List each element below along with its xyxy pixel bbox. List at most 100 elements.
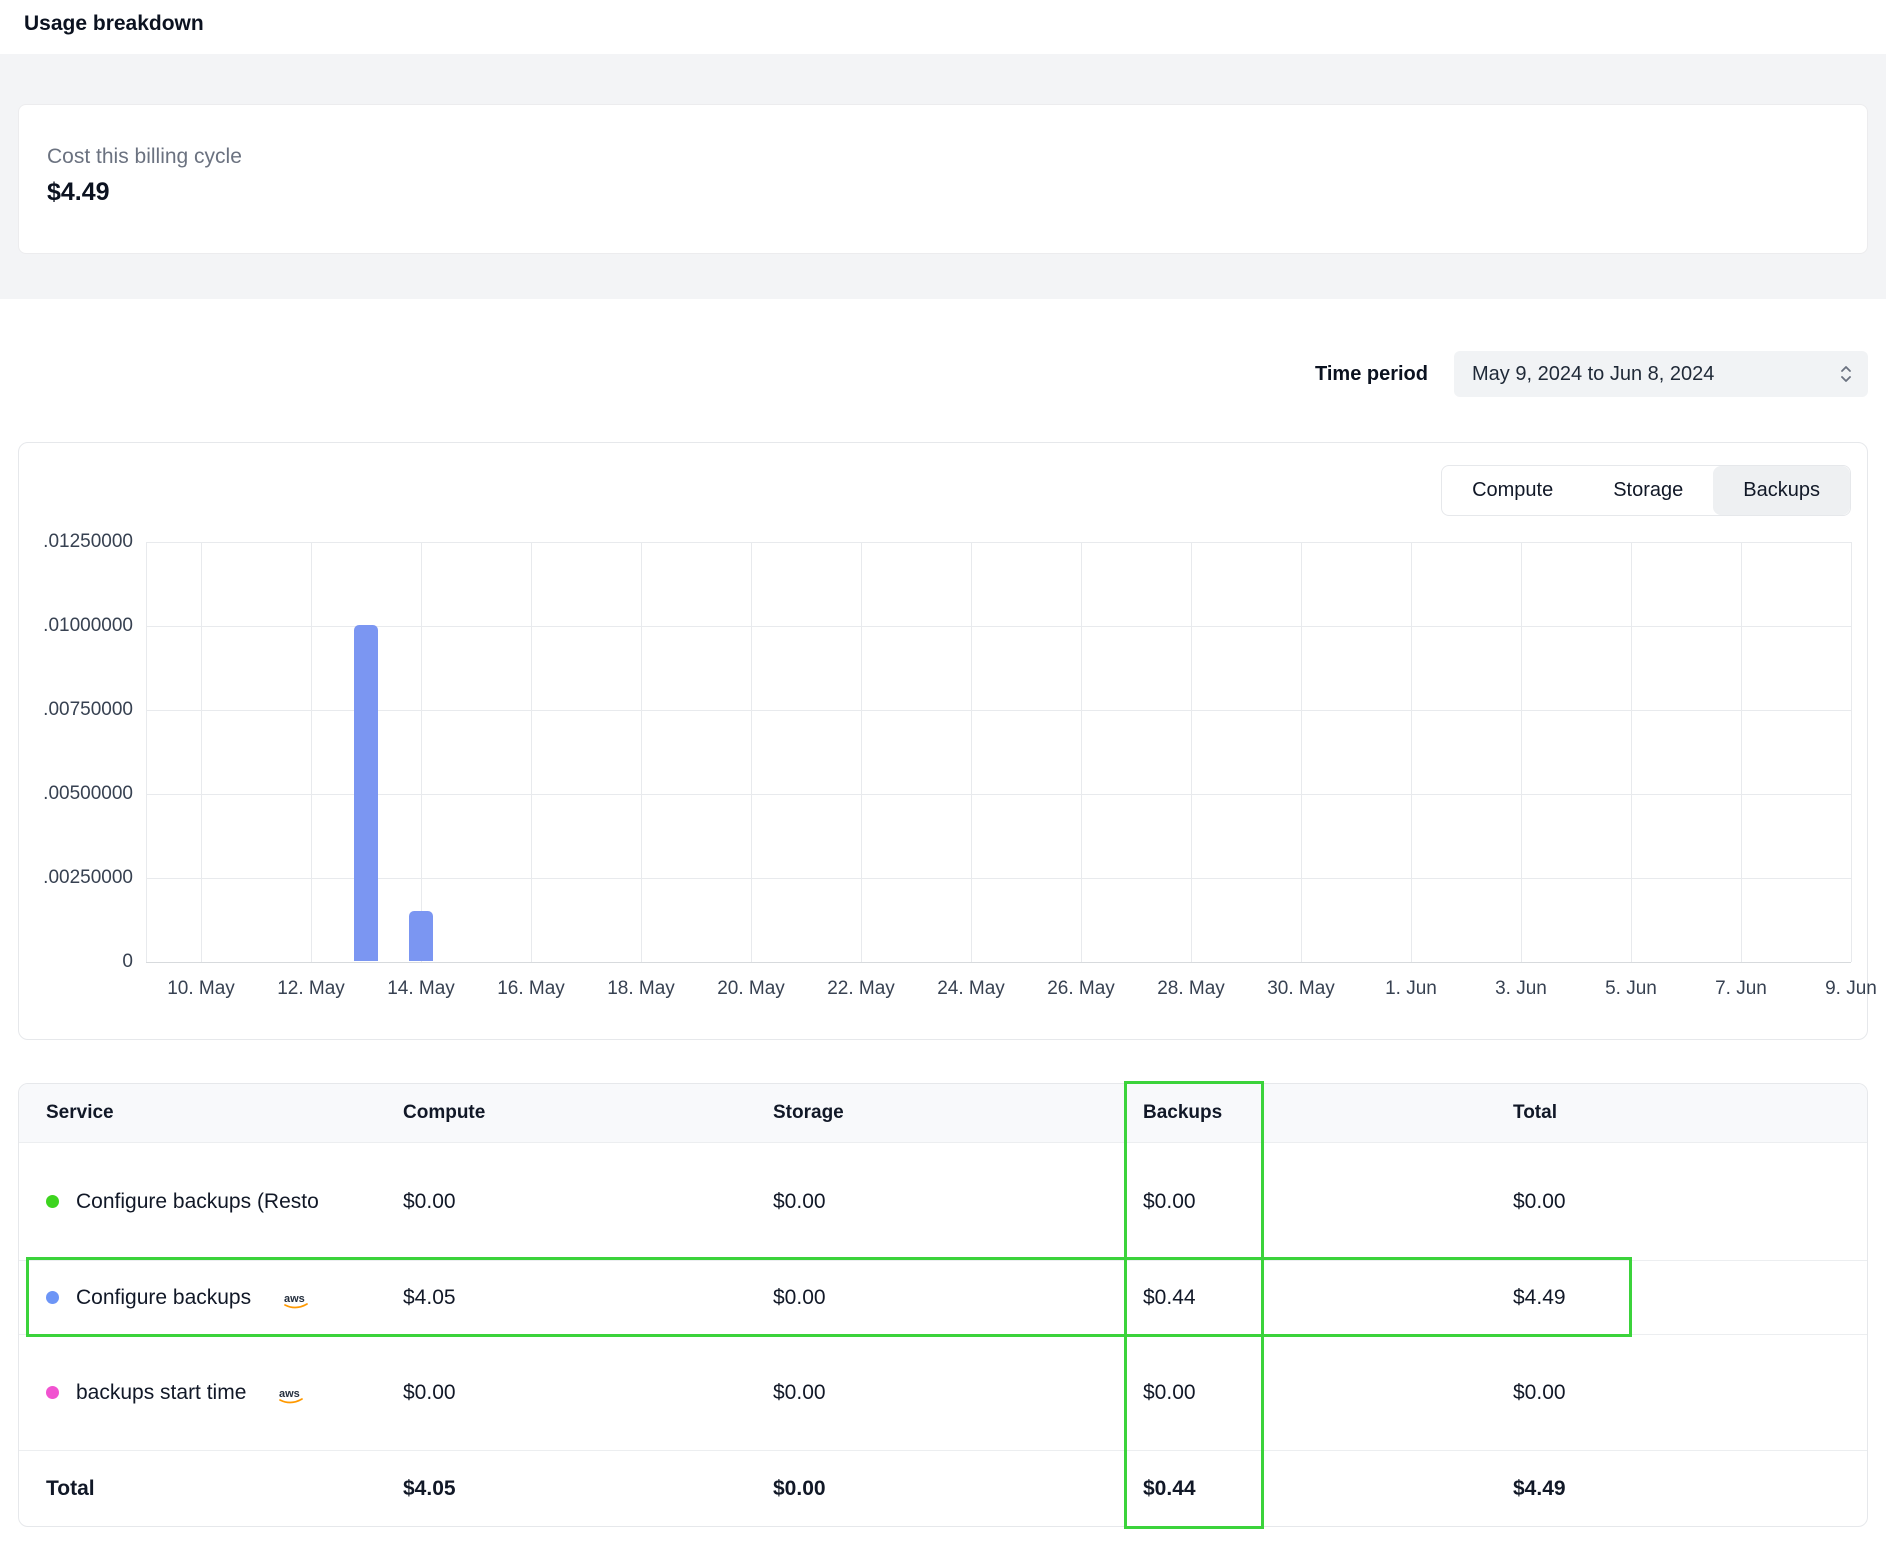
usage-table: Service Compute Storage Backups Total Co…	[18, 1083, 1868, 1527]
gridline-vertical	[971, 542, 972, 962]
x-axis-tick-label: 3. Jun	[1495, 978, 1547, 1000]
table-row: Configure backups (Resto aws $0.00 $0.00…	[19, 1142, 1867, 1260]
gridline-horizontal	[146, 626, 1851, 627]
cost-band: Cost this billing cycle $4.49	[0, 54, 1886, 299]
chart-bar[interactable]	[409, 911, 433, 961]
chart-tab-group: Compute Storage Backups	[1441, 465, 1851, 516]
x-axis-tick-label: 28. May	[1157, 978, 1225, 1000]
gridline-horizontal	[146, 710, 1851, 711]
x-axis-tick-label: 20. May	[717, 978, 785, 1000]
gridline-vertical	[861, 542, 862, 962]
x-axis-tick-label: 5. Jun	[1605, 978, 1657, 1000]
cost-cycle-label: Cost this billing cycle	[47, 145, 1839, 169]
x-axis-tick-label: 16. May	[497, 978, 565, 1000]
x-axis-tick-label: 18. May	[607, 978, 675, 1000]
chart-plot-area: .01250000.01000000.00750000.00500000.002…	[146, 542, 1851, 962]
x-axis-tick-label: 26. May	[1047, 978, 1115, 1000]
cell-total: $4.49	[1489, 1286, 1867, 1310]
cell-backups: $0.00	[1119, 1190, 1489, 1214]
gridline-vertical	[751, 542, 752, 962]
cell-storage: $0.00	[749, 1381, 1119, 1405]
y-axis-tick-label: .00250000	[43, 867, 133, 889]
table-row: backups start time aws $0.00 $0.00 $0.00…	[19, 1334, 1867, 1450]
y-axis-tick-label: .00750000	[43, 699, 133, 721]
cell-compute: $4.05	[379, 1286, 749, 1310]
usage-chart-card: Compute Storage Backups .01250000.010000…	[18, 442, 1868, 1040]
aws-icon: aws	[282, 1292, 310, 1310]
gridline-vertical	[1631, 542, 1632, 962]
x-axis-tick-label: 24. May	[937, 978, 1005, 1000]
total-storage: $0.00	[749, 1477, 1119, 1501]
gridline-vertical	[201, 542, 202, 962]
x-axis-tick-label: 30. May	[1267, 978, 1335, 1000]
time-period-select[interactable]: May 9, 2024 to Jun 8, 2024	[1454, 351, 1868, 397]
x-axis-tick-label: 12. May	[277, 978, 345, 1000]
x-axis-tick-label: 1. Jun	[1385, 978, 1437, 1000]
total-total: $4.49	[1489, 1477, 1867, 1501]
tab-backups[interactable]: Backups	[1713, 466, 1850, 515]
time-period-label: Time period	[1315, 363, 1428, 386]
cell-storage: $0.00	[749, 1190, 1119, 1214]
y-axis-tick-label: .01250000	[43, 531, 133, 553]
table-header-row: Service Compute Storage Backups Total	[19, 1084, 1867, 1142]
gridline-vertical	[531, 542, 532, 962]
cell-storage: $0.00	[749, 1286, 1119, 1310]
total-compute: $4.05	[379, 1477, 749, 1501]
usage-table-wrap: Service Compute Storage Backups Total Co…	[18, 1083, 1868, 1527]
chart-bar[interactable]	[354, 625, 378, 961]
service-name: Configure backups	[76, 1286, 251, 1310]
series-dot	[46, 1291, 59, 1304]
page-title: Usage breakdown	[0, 0, 1886, 36]
total-row-label: Total	[19, 1477, 379, 1501]
gridline-vertical	[641, 542, 642, 962]
cost-cycle-value: $4.49	[47, 178, 1839, 207]
gridline-horizontal	[146, 878, 1851, 879]
gridline-vertical	[1301, 542, 1302, 962]
tab-storage[interactable]: Storage	[1583, 466, 1713, 515]
gridline-vertical	[1741, 542, 1742, 962]
gridline-vertical	[1521, 542, 1522, 962]
y-axis-tick-label: .01000000	[43, 615, 133, 637]
x-axis-tick-label: 10. May	[167, 978, 235, 1000]
gridline-vertical	[146, 542, 147, 962]
gridline-vertical	[1191, 542, 1192, 962]
tab-compute[interactable]: Compute	[1442, 466, 1583, 515]
svg-text:aws: aws	[284, 1293, 305, 1305]
time-period-value: May 9, 2024 to Jun 8, 2024	[1472, 363, 1714, 386]
series-dot	[46, 1195, 59, 1208]
gridline-vertical	[311, 542, 312, 962]
x-axis-tick-label: 14. May	[387, 978, 455, 1000]
cell-total: $0.00	[1489, 1381, 1867, 1405]
table-total-row: Total $4.05 $0.00 $0.44 $4.49	[19, 1450, 1867, 1526]
x-axis-tick-label: 9. Jun	[1825, 978, 1877, 1000]
column-header-storage: Storage	[749, 1102, 1119, 1124]
cell-total: $0.00	[1489, 1190, 1867, 1214]
gridline-vertical	[1411, 542, 1412, 962]
chart-metric-tabs: Compute Storage Backups	[43, 465, 1851, 516]
column-header-compute: Compute	[379, 1102, 749, 1124]
cell-backups: $0.00	[1119, 1381, 1489, 1405]
service-name: Configure backups (Resto	[76, 1190, 319, 1214]
x-axis-tick-label: 7. Jun	[1715, 978, 1767, 1000]
y-axis-tick-label: 0	[122, 951, 133, 973]
gridline-vertical	[421, 542, 422, 962]
gridline-horizontal	[146, 962, 1851, 963]
cell-backups: $0.44	[1119, 1286, 1489, 1310]
time-period-row: Time period May 9, 2024 to Jun 8, 2024	[18, 351, 1868, 397]
column-header-service: Service	[19, 1102, 379, 1124]
column-header-total: Total	[1489, 1102, 1867, 1124]
svg-text:aws: aws	[279, 1388, 300, 1400]
gridline-vertical	[1081, 542, 1082, 962]
y-axis-tick-label: .00500000	[43, 783, 133, 805]
cell-compute: $0.00	[379, 1190, 749, 1214]
column-header-backups: Backups	[1119, 1102, 1489, 1124]
x-axis-tick-label: 22. May	[827, 978, 895, 1000]
total-backups: $0.44	[1119, 1477, 1489, 1501]
gridline-horizontal	[146, 794, 1851, 795]
gridline-horizontal	[146, 542, 1851, 543]
series-dot	[46, 1386, 59, 1399]
cell-compute: $0.00	[379, 1381, 749, 1405]
cost-card: Cost this billing cycle $4.49	[18, 104, 1868, 254]
table-row: Configure backups aws $4.05 $0.00 $0.44 …	[19, 1260, 1867, 1334]
usage-bar-chart: .01250000.01000000.00750000.00500000.002…	[146, 542, 1851, 962]
